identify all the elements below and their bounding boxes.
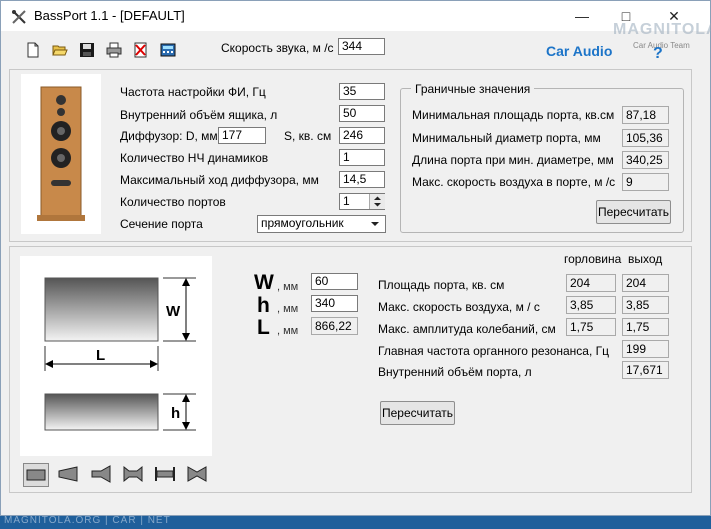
w-unit: , мм bbox=[277, 281, 299, 293]
organ-freq-value: 199 bbox=[622, 340, 669, 358]
rectangle-shape-icon bbox=[26, 469, 46, 481]
calculator-icon[interactable] bbox=[160, 42, 176, 58]
diffuser-s-label: S, кв. см bbox=[284, 129, 332, 143]
port-speed-throat: 3,85 bbox=[566, 296, 616, 314]
footer-watermark: MAGNITOLA.ORG | CAR | NET bbox=[4, 515, 171, 526]
port-length-label: Длина порта при мин. диаметре, мм bbox=[412, 153, 614, 167]
flared-shape-icon bbox=[91, 465, 111, 483]
max-excursion-input[interactable]: 14,5 bbox=[339, 171, 385, 188]
min-area-label: Минимальная площадь порта, кв.см bbox=[412, 108, 615, 122]
max-air-speed-label: Макс. скорость воздуха в порте, м /с bbox=[412, 175, 616, 189]
max-air-speed-value: 9 bbox=[622, 173, 669, 191]
print-icon[interactable] bbox=[106, 42, 122, 58]
title-bar[interactable]: BassPort 1.1 - [DEFAULT] — □ ✕ bbox=[1, 1, 710, 31]
hourglass-shape-icon bbox=[187, 466, 207, 482]
box-volume-input[interactable]: 50 bbox=[339, 105, 385, 122]
tools-icon bbox=[12, 10, 26, 24]
minimize-button[interactable]: — bbox=[571, 7, 593, 25]
w-letter: W bbox=[254, 271, 274, 294]
open-folder-icon[interactable] bbox=[52, 42, 68, 58]
save-icon[interactable] bbox=[79, 42, 95, 58]
window-title: BassPort 1.1 - [DEFAULT] bbox=[34, 8, 185, 23]
min-area-value: 87,18 bbox=[622, 106, 669, 124]
shape-hourglass-button[interactable] bbox=[185, 463, 211, 487]
l-unit: , мм bbox=[277, 325, 299, 337]
port-recalc-button[interactable]: Пересчитать bbox=[380, 401, 455, 425]
shape-taper-button[interactable] bbox=[56, 463, 82, 487]
min-diameter-value: 105,36 bbox=[622, 129, 669, 147]
box-volume-label: Внутренний объём ящика, л bbox=[120, 108, 278, 122]
dropdown-arrow-icon[interactable] bbox=[370, 220, 380, 228]
speaker-image-frame bbox=[21, 74, 101, 234]
port-amplitude-label: Макс. амплитуда колебаний, см bbox=[378, 322, 556, 336]
logo-watermark: MAGNITOLA bbox=[613, 21, 711, 38]
driver-count-label: Количество НЧ динамиков bbox=[120, 151, 269, 165]
chevron-down-icon[interactable] bbox=[374, 203, 381, 207]
brand-label: Car Audio bbox=[546, 43, 613, 59]
shape-flanged-button[interactable] bbox=[153, 463, 179, 487]
sound-speed-label: Скорость звука, м /с bbox=[221, 41, 334, 55]
diffuser-d-label: Диффузор: D, мм bbox=[120, 129, 218, 143]
h-unit: , мм bbox=[277, 303, 299, 315]
length-value: 866,22 bbox=[311, 317, 358, 335]
tuning-freq-label: Частота настройки ФИ, Гц bbox=[120, 85, 266, 99]
port-length-value: 340,25 bbox=[622, 151, 669, 169]
port-count-label: Количество портов bbox=[120, 195, 226, 209]
driver-count-input[interactable]: 1 bbox=[339, 149, 385, 166]
diagram-h-label: h bbox=[171, 405, 180, 422]
shape-double-flare-button[interactable] bbox=[121, 463, 147, 487]
app-window: BassPort 1.1 - [DEFAULT] — □ ✕ Скорость … bbox=[0, 0, 711, 516]
flanged-shape-icon bbox=[155, 467, 175, 481]
new-file-icon[interactable] bbox=[25, 42, 41, 58]
chevron-up-icon[interactable] bbox=[374, 196, 381, 201]
port-volume-value: 17,671 bbox=[622, 361, 669, 379]
diagram-w-label: W bbox=[166, 303, 181, 320]
diffuser-s-input[interactable]: 246 bbox=[339, 127, 385, 144]
port-speed-exit: 3,85 bbox=[622, 296, 669, 314]
shape-rectangle-button[interactable] bbox=[23, 463, 49, 487]
taper-shape-icon bbox=[58, 466, 78, 482]
double-flare-shape-icon bbox=[123, 465, 143, 483]
port-speed-label: Макс. скорость воздуха, м / с bbox=[378, 300, 540, 314]
organ-freq-label: Главная частота органного резонанса, Гц bbox=[378, 344, 610, 358]
spinner-arrows[interactable] bbox=[369, 194, 385, 209]
exit-column-header: выход bbox=[628, 252, 663, 266]
speaker-cabinet-icon bbox=[37, 86, 85, 221]
diagram-l-label: L bbox=[96, 347, 105, 364]
port-diagram: W L h bbox=[20, 256, 212, 456]
port-section-select[interactable]: прямоугольник bbox=[257, 215, 386, 233]
port-amplitude-exit: 1,75 bbox=[622, 318, 669, 336]
diffuser-d-input[interactable]: 177 bbox=[218, 127, 266, 144]
width-input[interactable]: 60 bbox=[311, 273, 358, 290]
port-area-exit: 204 bbox=[622, 274, 669, 292]
h-letter: h bbox=[257, 294, 270, 317]
tuning-freq-input[interactable]: 35 bbox=[339, 83, 385, 100]
delete-icon[interactable] bbox=[133, 42, 149, 58]
help-icon[interactable]: ? bbox=[653, 45, 663, 63]
port-volume-label: Внутренний объём порта, л bbox=[378, 365, 532, 379]
limits-recalc-button[interactable]: Пересчитать bbox=[596, 200, 671, 224]
port-section-label: Сечение порта bbox=[120, 217, 203, 231]
port-area-label: Площадь порта, кв. см bbox=[378, 278, 505, 292]
limits-title: Граничные значения bbox=[411, 82, 535, 96]
shape-flared-button[interactable] bbox=[89, 463, 115, 487]
port-area-throat: 204 bbox=[566, 274, 616, 292]
min-diameter-label: Минимальный диаметр порта, мм bbox=[412, 131, 601, 145]
height-input[interactable]: 340 bbox=[311, 295, 358, 312]
l-letter: L bbox=[257, 316, 270, 339]
port-section-value: прямоугольник bbox=[261, 216, 344, 230]
port-amplitude-throat: 1,75 bbox=[566, 318, 616, 336]
max-excursion-label: Максимальный ход диффузора, мм bbox=[120, 173, 319, 187]
throat-column-header: горловина bbox=[564, 252, 622, 266]
sound-speed-input[interactable]: 344 bbox=[338, 38, 385, 55]
